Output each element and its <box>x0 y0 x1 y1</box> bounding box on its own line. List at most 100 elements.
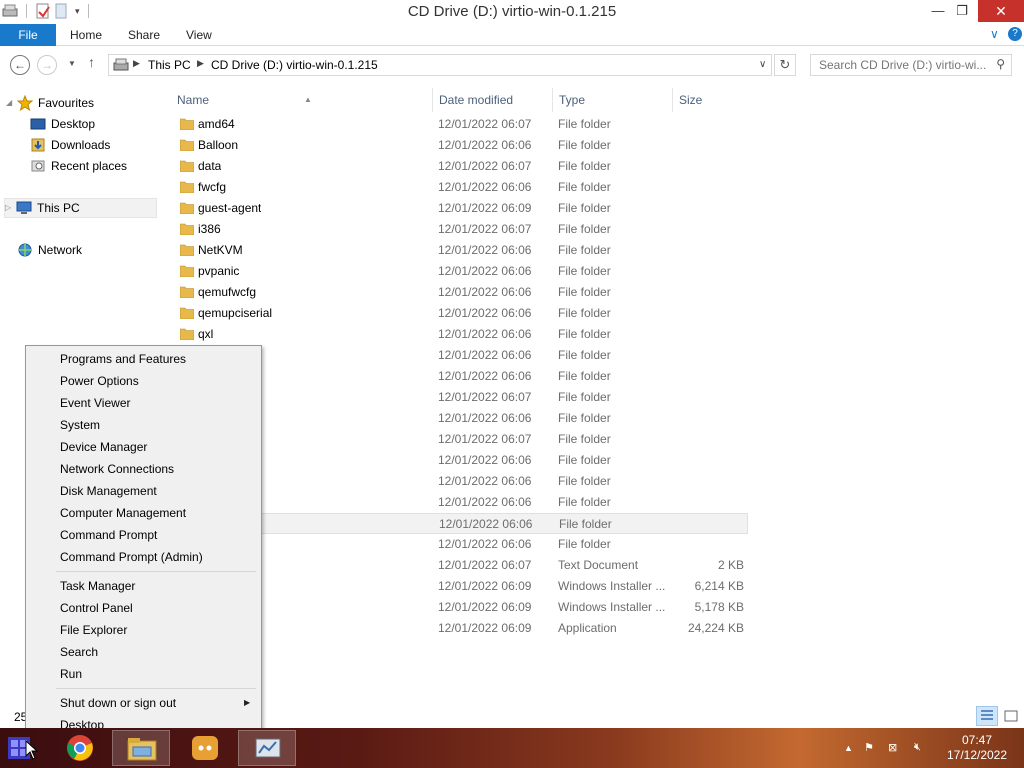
menu-item-event-viewer[interactable]: Event Viewer <box>60 392 130 414</box>
nav-item-label: Desktop <box>51 117 96 131</box>
file-date: 12/01/2022 06:09 <box>438 621 532 635</box>
nav-item-recent-places[interactable]: Recent places <box>30 156 127 176</box>
table-row[interactable]: guest-agent 12/01/2022 06:09 File folder <box>174 198 748 219</box>
breadcrumb-current-folder[interactable]: CD Drive (D:) virtio-win-0.1.215 <box>211 58 378 72</box>
menu-item-control-panel[interactable]: Control Panel <box>60 597 133 619</box>
column-header-type[interactable]: Type <box>552 88 672 112</box>
file-date: 12/01/2022 06:06 <box>438 264 532 278</box>
expand-arrow-icon[interactable]: ▷ <box>5 198 13 218</box>
taskbar-clock[interactable]: 07:47 17/12/2022 <box>944 733 1010 763</box>
column-header-date[interactable]: Date modified <box>432 88 552 112</box>
restore-button[interactable]: ❐ <box>948 0 976 22</box>
folder-icon <box>180 265 194 277</box>
discord-icon <box>192 736 218 760</box>
nav-item-desktop[interactable]: Desktop <box>30 114 95 134</box>
volume-muted-icon[interactable]: 🔇︎ <box>914 741 921 754</box>
menu-item-command-prompt[interactable]: Command Prompt <box>60 524 157 546</box>
nav-item-label: Recent places <box>51 159 128 173</box>
taskbar-chrome[interactable] <box>52 730 110 766</box>
network-status-icon[interactable]: ⊠ <box>888 741 897 754</box>
menu-item-task-manager[interactable]: Task Manager <box>60 575 135 597</box>
taskbar-discord[interactable] <box>176 730 234 766</box>
taskbar-file-explorer[interactable] <box>112 730 170 766</box>
address-dropdown-icon[interactable]: ∨ <box>759 59 766 70</box>
file-date: 12/01/2022 06:07 <box>438 558 532 572</box>
table-row[interactable]: pvpanic 12/01/2022 06:06 File folder <box>174 261 748 282</box>
help-icon[interactable]: ? <box>1008 27 1022 41</box>
tab-share[interactable]: Share <box>114 24 174 46</box>
large-icons-view-button[interactable] <box>1000 706 1022 726</box>
search-icon[interactable]: ⚲ <box>996 57 1005 71</box>
breadcrumb-separator-icon[interactable]: ▶ <box>133 58 140 69</box>
tab-home[interactable]: Home <box>56 24 116 46</box>
nav-network[interactable]: Network <box>6 240 82 260</box>
file-type: Application <box>558 621 617 635</box>
file-type: File folder <box>558 537 611 551</box>
nav-this-pc[interactable]: ▷ This PC <box>4 198 157 218</box>
file-type: File folder <box>559 517 612 531</box>
forward-button[interactable]: → <box>37 55 57 75</box>
close-button[interactable]: ✕ <box>978 0 1024 22</box>
search-box[interactable]: ⚲ <box>810 54 1012 76</box>
file-date: 12/01/2022 06:09 <box>438 579 532 593</box>
up-arrow-icon[interactable]: ↑ <box>88 54 95 70</box>
menu-item-programs-and-features[interactable]: Programs and Features <box>60 348 186 370</box>
file-size: 5,178 KB <box>694 600 744 614</box>
breadcrumb-this-pc[interactable]: This PC <box>148 58 191 72</box>
table-row[interactable]: Balloon 12/01/2022 06:06 File folder <box>174 135 748 156</box>
menu-item-system[interactable]: System <box>60 414 100 436</box>
submenu-arrow-icon: ▶ <box>244 698 251 707</box>
tab-view[interactable]: View <box>172 24 226 46</box>
breadcrumb-separator-icon[interactable]: ▶ <box>197 58 204 69</box>
menu-item-file-explorer[interactable]: File Explorer <box>60 619 127 641</box>
file-date: 12/01/2022 06:06 <box>438 537 532 551</box>
file-type: File folder <box>558 222 611 236</box>
table-row[interactable]: qemufwcfg 12/01/2022 06:06 File folder <box>174 282 748 303</box>
menu-item-network-connections[interactable]: Network Connections <box>60 458 174 480</box>
address-bar[interactable]: ▶ This PC ▶ CD Drive (D:) virtio-win-0.1… <box>108 54 772 76</box>
menu-item-search[interactable]: Search <box>60 641 98 663</box>
table-row[interactable]: qemupciserial 12/01/2022 06:06 File folder <box>174 303 748 324</box>
clock-date: 17/12/2022 <box>946 748 1008 762</box>
nav-item-downloads[interactable]: Downloads <box>30 135 110 155</box>
show-hidden-icons-icon[interactable]: ▲ <box>844 743 853 753</box>
table-row[interactable]: i386 12/01/2022 06:07 File folder <box>174 219 748 240</box>
title-bar: ▾ CD Drive (D:) virtio-win-0.1.215 — ❐ ✕ <box>0 0 1024 24</box>
details-view-button[interactable] <box>976 706 998 726</box>
file-type: File folder <box>558 432 611 446</box>
folder-icon <box>180 139 194 151</box>
table-row[interactable]: qxl 12/01/2022 06:06 File folder <box>174 324 748 345</box>
table-row[interactable]: NetKVM 12/01/2022 06:06 File folder <box>174 240 748 261</box>
menu-item-device-manager[interactable]: Device Manager <box>60 436 147 458</box>
column-header-name[interactable]: Name ▲ <box>177 88 437 112</box>
recent-locations-icon[interactable]: ▼ <box>68 59 76 68</box>
ribbon-expand-icon[interactable]: ∨ <box>990 27 999 41</box>
nav-item-label: Downloads <box>51 138 111 152</box>
back-button[interactable]: ← <box>10 55 30 75</box>
menu-item-shut-down-or-sign-out[interactable]: Shut down or sign out <box>60 692 176 714</box>
file-type: File folder <box>558 264 611 278</box>
file-name: pvpanic <box>198 264 240 278</box>
menu-item-power-options[interactable]: Power Options <box>60 370 139 392</box>
menu-item-disk-management[interactable]: Disk Management <box>60 480 157 502</box>
table-row[interactable]: data 12/01/2022 06:07 File folder <box>174 156 748 177</box>
table-row[interactable]: fwcfg 12/01/2022 06:06 File folder <box>174 177 748 198</box>
file-name: Balloon <box>198 138 239 152</box>
navigation-bar: ← → ▼ ↑ ▶ This PC ▶ CD Drive (D:) virtio… <box>0 50 1024 80</box>
column-header-size[interactable]: Size <box>672 88 750 112</box>
file-name: qemufwcfg <box>198 285 257 299</box>
file-size: 6,214 KB <box>694 579 744 593</box>
menu-item-command-prompt-admin[interactable]: Command Prompt (Admin) <box>60 546 203 568</box>
mouse-cursor-icon <box>25 740 39 760</box>
menu-item-run[interactable]: Run <box>60 663 82 685</box>
search-input[interactable] <box>811 55 986 75</box>
expand-arrow-icon[interactable]: ◢ <box>6 93 14 113</box>
menu-item-computer-management[interactable]: Computer Management <box>60 502 186 524</box>
nav-favourites[interactable]: ◢ Favourites <box>6 93 94 113</box>
action-center-flag-icon[interactable]: ⚑ <box>864 741 874 754</box>
refresh-button[interactable]: ↻ <box>774 54 796 76</box>
tab-file[interactable]: File <box>0 24 56 46</box>
table-row[interactable]: amd64 12/01/2022 06:07 File folder <box>174 114 748 135</box>
downloads-icon <box>31 138 45 152</box>
taskbar-server-manager[interactable] <box>238 730 296 766</box>
